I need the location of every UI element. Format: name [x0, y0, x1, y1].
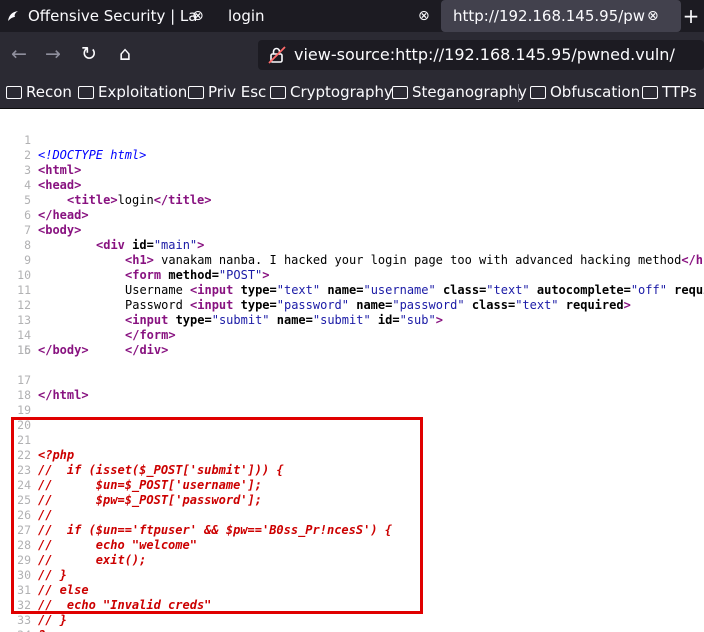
php-code: ?> — [38, 628, 52, 632]
tab-offsec[interactable]: Offensive Security | Labs | ⊗ — [0, 0, 212, 32]
home-button[interactable]: ⌂ — [110, 32, 140, 76]
new-tab-button[interactable]: + — [678, 0, 704, 32]
bookmark-label: Steganography — [412, 83, 527, 101]
folder-icon — [270, 85, 286, 99]
insecure-lock-icon[interactable] — [268, 46, 286, 64]
bookmark-label: Obfuscation — [550, 83, 641, 101]
source-line: 11 Password <input type="password" name=… — [0, 268, 704, 312]
folder-icon — [78, 85, 94, 99]
close-tab-icon[interactable]: ⊗ — [647, 8, 659, 24]
line-number: 16 — [17, 343, 31, 357]
source-line: 4 <title>login</title> — [0, 163, 704, 207]
source-line: 17 </html> — [0, 358, 704, 402]
source-line: 20 — [0, 403, 704, 432]
source-line: 8 <h1> vanakam nanba. I hacked your logi… — [0, 223, 704, 267]
forward-button[interactable]: → — [38, 32, 68, 76]
highlight-box — [11, 417, 423, 614]
folder-icon — [642, 85, 658, 99]
source-line: 14 </div> — [0, 313, 704, 357]
folder-icon — [392, 85, 408, 99]
url-text: view-source:http://192.168.145.95/pwned.… — [294, 45, 675, 64]
bookmark-folder-exploitation[interactable]: Exploitation — [78, 76, 187, 108]
bookmark-folder-obfuscation[interactable]: Obfuscation — [530, 76, 640, 108]
source-line: 1 <!DOCTYPE html> — [0, 118, 704, 162]
tab-pwned[interactable]: http://192.168.145.95/pwned. ⊗ — [441, 0, 681, 32]
bookmark-separator — [518, 84, 519, 102]
bookmark-folder-cryptography[interactable]: Cryptography — [270, 76, 393, 108]
folder-icon — [188, 85, 204, 99]
source-line: 5 </head> — [0, 178, 704, 222]
source-line: 18 — [0, 373, 704, 402]
source-line: 34 — [0, 613, 704, 632]
source-line: 13 </form> — [0, 298, 704, 342]
bookmark-label: Recon — [26, 83, 72, 101]
source-line: 7 <div id="main"> — [0, 208, 704, 252]
tab-bar: Offensive Security | Labs | ⊗ login ⊗ ht… — [0, 0, 704, 32]
tab-label: http://192.168.145.95/pwned. — [453, 7, 645, 25]
source-line: 16 </body> — [0, 328, 704, 357]
back-button[interactable]: ← — [4, 32, 34, 76]
bookmark-folder-recon[interactable]: Recon — [6, 76, 72, 108]
bookmark-label: Exploitation — [98, 83, 188, 101]
url-bar[interactable]: view-source:http://192.168.145.95/pwned.… — [258, 40, 704, 70]
close-tab-icon[interactable]: ⊗ — [192, 8, 204, 24]
html-tag: </div> — [125, 343, 169, 357]
tab-login[interactable]: login ⊗ — [216, 0, 446, 32]
source-line: 12 <input type="submit" name="submit" id… — [0, 283, 704, 327]
folder-icon — [6, 85, 22, 99]
source-line: 2 <html> — [0, 133, 704, 177]
bookmark-folder-ttps[interactable]: TTPs — [642, 76, 697, 108]
source-line: 9 <form method="POST"> — [0, 238, 704, 282]
folder-icon — [530, 85, 546, 99]
tab-label: login — [228, 7, 265, 25]
source-line: 19 — [0, 388, 704, 417]
bookmark-label: Cryptography — [290, 83, 393, 101]
bookmark-folder-priv-esc[interactable]: Priv Esc — [188, 76, 266, 108]
reload-button[interactable]: ↻ — [74, 32, 104, 76]
bookmark-label: Priv Esc — [208, 83, 267, 101]
source-line: 10 Username <input type="text" name="use… — [0, 253, 704, 297]
html-tag: </body> — [38, 343, 89, 357]
line-number: 34 — [1, 628, 31, 632]
source-line: 3 <head> — [0, 148, 704, 192]
close-tab-icon[interactable]: ⊗ — [418, 8, 430, 24]
kali-dragon-icon — [6, 9, 20, 23]
bookmarks-toolbar: Recon Exploitation Priv Esc Cryptography… — [0, 76, 704, 109]
tab-label: Offensive Security | Labs | — [28, 7, 196, 25]
bookmark-label: TTPs — [662, 83, 697, 101]
bookmark-folder-steganography[interactable]: Steganography — [392, 76, 527, 108]
source-line: 6 <body> — [0, 193, 704, 237]
